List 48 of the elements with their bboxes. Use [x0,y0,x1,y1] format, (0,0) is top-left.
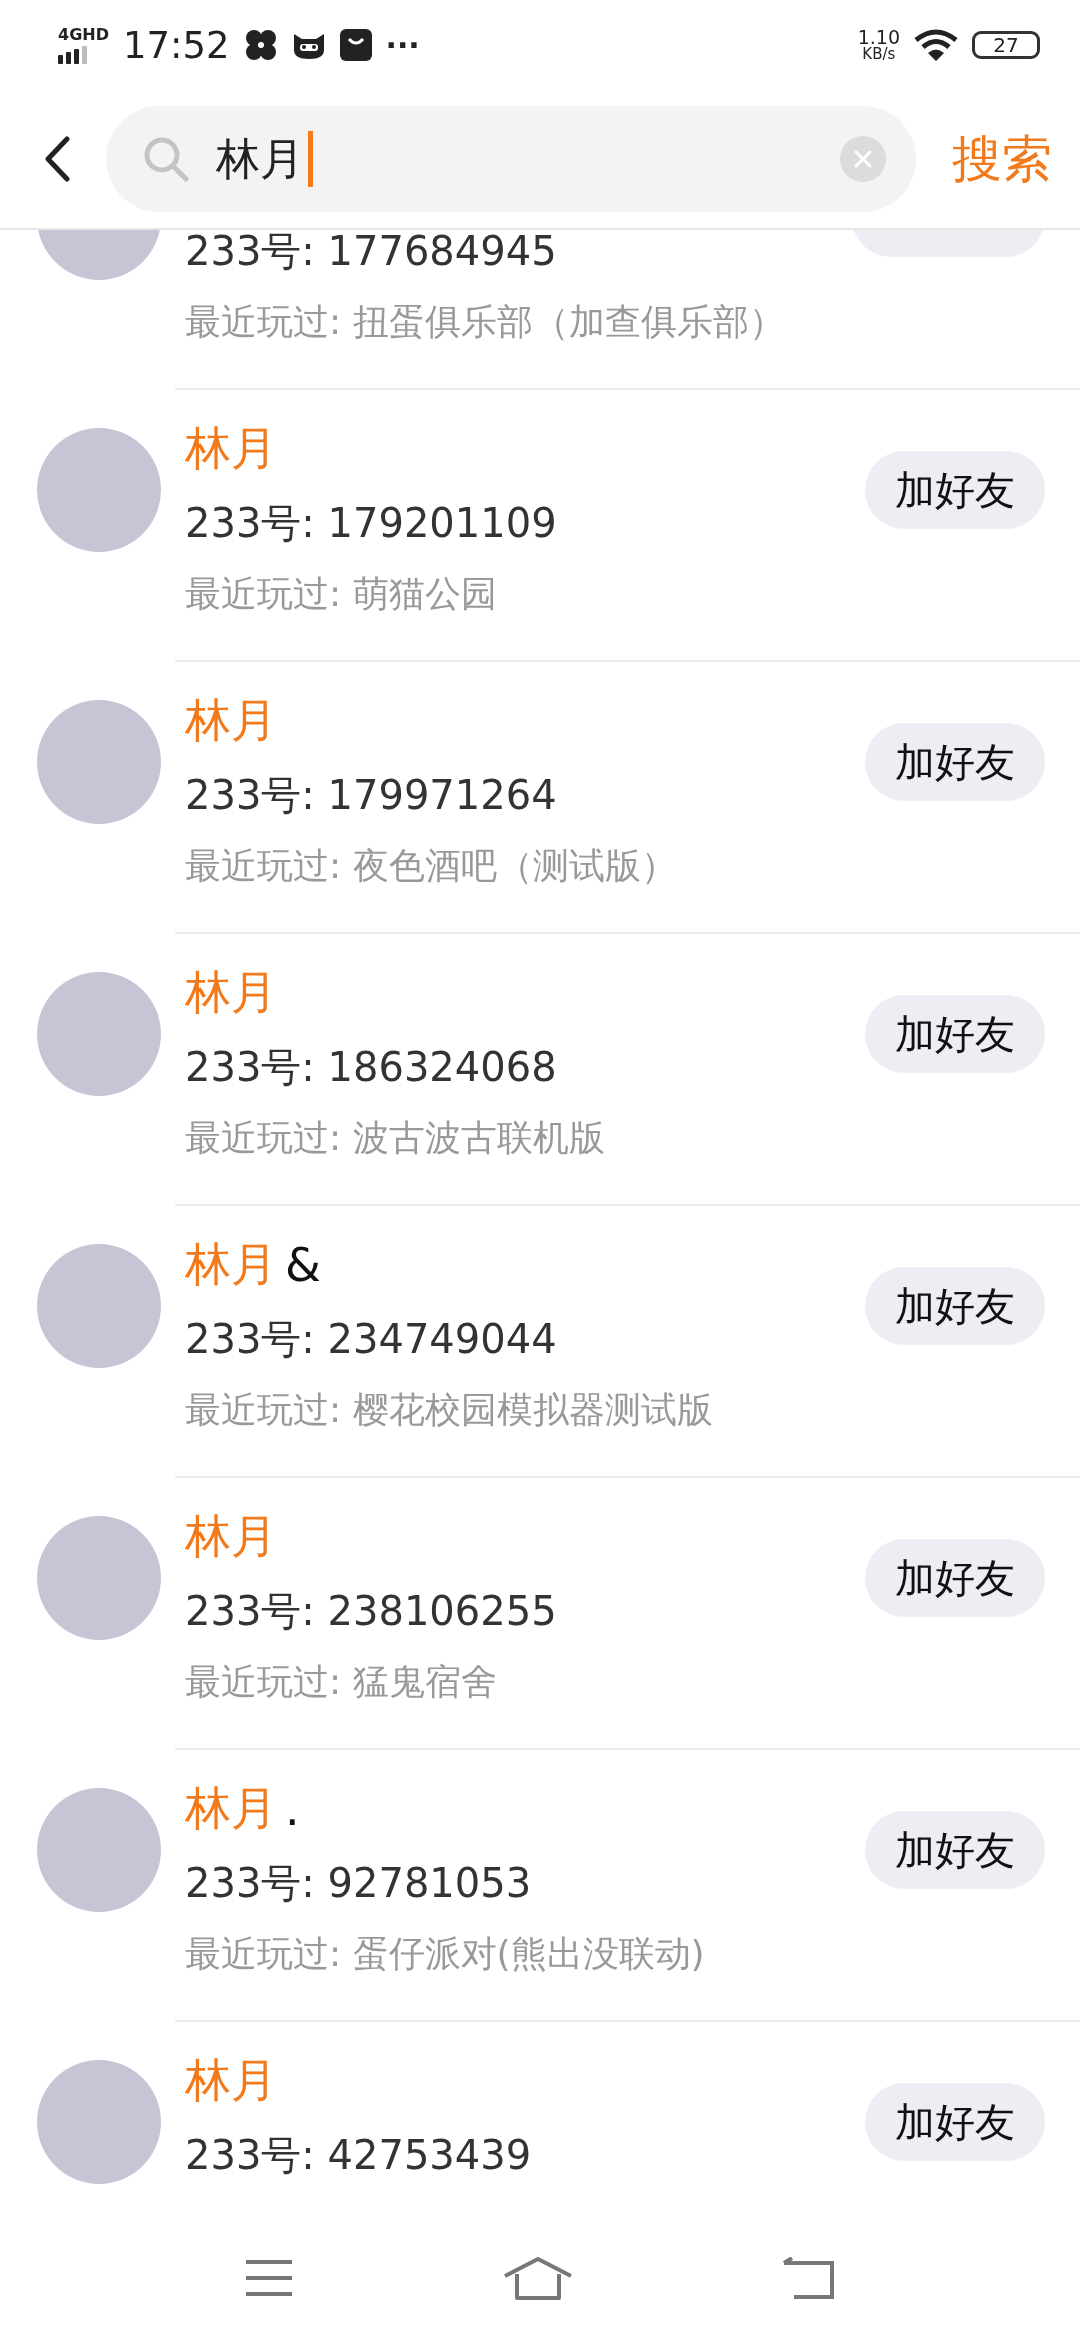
pinwheel-icon [243,28,278,62]
add-friend-button[interactable]: 加好友 [865,2083,1045,2161]
recently-played: 最近玩过: 萌猫公园 [185,571,498,616]
user-id: 233号: 179201109 [185,498,558,548]
recently-played: 最近玩过: 蛋仔派对(熊出没联动) [185,1931,706,1976]
add-friend-button[interactable]: 加好友 [865,1811,1045,1889]
user-id: 233号: 186324068 [185,1042,558,1092]
bag-icon [339,29,372,61]
user-name: 林月 [185,2052,277,2109]
user-id: 233号: 179971264 [185,770,558,820]
add-friend-button[interactable]: 加好友 [865,995,1045,1073]
home-icon[interactable] [503,2255,573,2300]
name-suffix: . [285,1782,300,1836]
wifi-icon [914,28,958,62]
search-text: 林月 [216,131,304,186]
search-field[interactable]: 林月 [106,106,916,212]
clear-icon[interactable] [840,136,886,182]
user-id: 233号: 42753439 [185,2130,533,2180]
network-speed: 1.10 [857,28,900,47]
add-friend-button[interactable]: 加好友 [865,1267,1045,1345]
add-friend-button[interactable]: 加好友 [865,1539,1045,1617]
recently-played: 最近玩过: 猛鬼宿舍 [185,1659,498,1704]
recently-played: 最近玩过: 夜色酒吧（测试版） [185,843,678,888]
user-name: 林月 [185,1508,277,1565]
speed-unit: KB/s [862,47,896,62]
add-friend-button[interactable]: 加好友 [865,451,1045,529]
user-id: 233号: 238106255 [185,1586,558,1636]
recently-played: 最近玩过: 扭蛋俱乐部（加查俱乐部） [185,299,786,344]
back-icon[interactable] [44,136,70,182]
search-icon [142,135,190,183]
user-name: 林月 [185,1780,277,1837]
user-id: 233号: 92781053 [185,1858,533,1908]
user-name: 林月 [185,420,277,477]
clock: 17:52 [122,23,230,67]
menu-icon[interactable] [244,2257,295,2298]
user-id: 233号: 177684945 [185,230,558,276]
user-name: 林月 [185,964,277,1021]
more-notifications: ··· [385,27,420,63]
recently-played: 最近玩过: 波古波古联机版 [185,1115,606,1160]
name-suffix: & [285,1238,321,1292]
network-type: 4GHD [58,26,109,43]
signal-icon [58,45,88,64]
user-name: 林月 [185,692,277,749]
recently-played: 最近玩过: 樱花校园模拟器测试版 [185,1387,714,1432]
add-friend-button[interactable]: 加好友 [865,723,1045,801]
battery-indicator: 27 [972,31,1040,59]
user-id: 233号: 234749044 [185,1314,558,1364]
user-name: 林月 [185,1236,277,1293]
